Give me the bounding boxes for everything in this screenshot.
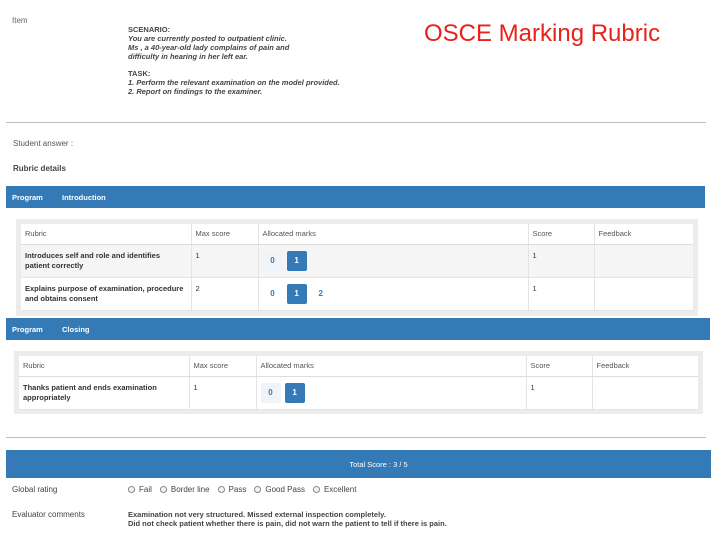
radio-icon[interactable] [128,486,135,493]
score-value: 1 [528,277,595,311]
table-row: Explains purpose of examination, procedu… [21,277,693,311]
radio-icon[interactable] [312,486,320,493]
student-answer-label: Student answer : [13,139,74,148]
feedback-cell[interactable] [594,277,693,311]
task-line: 1. Perform the relevant examination on t… [128,78,340,87]
col-header: Rubric [19,356,190,377]
divider [6,437,706,438]
allocated-marks: 0 1 2 [258,277,529,311]
allocated-marks: 0 1 [256,376,527,410]
col-header: Allocated marks [256,356,527,377]
mark-button-0[interactable]: 0 [263,284,283,304]
col-header: Allocated marks [258,224,529,245]
rubric-criterion: Explains purpose of examination, procedu… [21,277,192,311]
rubric-criterion: Introduces self and role and identifies … [21,244,192,278]
rubric-table: Rubric Max score Allocated marks Score F… [21,224,693,311]
evaluator-comments-text: Examination not very structured. Missed … [128,510,447,528]
total-score-bar: Total Score : 3 / 5 [6,450,711,478]
rating-option-label: Pass [228,485,247,494]
program-bar-introduction: Program Introduction [6,186,705,208]
global-rating-label: Global rating [12,485,58,494]
feedback-cell[interactable] [594,244,693,278]
scenario-line: difficulty in hearing in her left ear. [128,52,248,61]
rubric-panel: Rubric Max score Allocated marks Score F… [16,219,698,316]
comment-line: Examination not very structured. Missed … [128,510,386,519]
score-value: 1 [526,376,593,410]
evaluator-comments-label: Evaluator comments [12,510,85,519]
col-header: Max score [191,224,259,245]
allocated-marks: 0 1 [258,244,529,278]
scenario-heading: SCENARIO: [128,25,171,34]
rubric-panel: Rubric Max score Allocated marks Score F… [14,351,703,414]
mark-button-1[interactable]: 1 [286,283,307,304]
divider [6,122,706,123]
rubric-criterion: Thanks patient and ends examination appr… [19,376,190,410]
rating-option-label: Excellent [323,485,357,494]
col-header: Feedback [594,224,693,245]
mark-button-2[interactable]: 2 [311,284,331,304]
rating-option-border-line[interactable]: Border line [159,485,210,494]
score-value: 1 [528,244,595,278]
global-rating-row: Global rating Fail Border line Pass Good… [12,485,364,494]
program-bar-closing: Program Closing [6,318,710,340]
scenario-line: Ms , a 40-year-old lady complains of pai… [128,43,290,52]
rating-option-label: Border line [170,485,210,494]
max-score: 1 [191,244,259,278]
max-score: 1 [189,376,257,410]
radio-icon[interactable] [254,486,262,493]
col-header: Max score [189,356,257,377]
mark-button-1[interactable]: 1 [286,250,307,271]
rating-option-label: Good Pass [265,485,305,494]
radio-icon[interactable] [159,486,167,493]
total-score: Total Score : 3 / 5 [349,459,408,469]
rating-option-good-pass[interactable]: Good Pass [254,485,305,494]
table-row: Thanks patient and ends examination appr… [19,376,698,410]
col-header: Score [528,224,595,245]
radio-icon[interactable] [217,486,225,493]
scenario-block: SCENARIO: You are currently posted to ou… [128,25,388,96]
item-label: Item [12,16,28,25]
rating-option-fail[interactable]: Fail [128,485,152,494]
rubric-table: Rubric Max score Allocated marks Score F… [19,356,698,410]
col-header: Rubric [21,224,192,245]
table-row: Introduces self and role and identifies … [21,244,693,278]
feedback-cell[interactable] [592,376,698,410]
slide-title: OSCE Marking Rubric [424,20,661,47]
rating-option-pass[interactable]: Pass [217,485,247,494]
col-header: Score [526,356,593,377]
program-label: Program [12,324,43,334]
col-header: Feedback [592,356,698,377]
max-score: 2 [191,277,259,311]
scenario-line: You are currently posted to outpatient c… [128,34,287,43]
evaluator-comments-row: Evaluator comments Examination not very … [12,510,447,528]
rubric-details-label: Rubric details [13,164,66,173]
rating-option-excellent[interactable]: Excellent [312,485,357,494]
task-line: 2. Report on findings to the examiner. [128,87,263,96]
program-name: Introduction [62,192,106,202]
mark-button-0[interactable]: 0 [260,382,281,403]
rating-option-label: Fail [139,485,152,494]
task-heading: TASK: [128,69,151,78]
mark-button-1[interactable]: 1 [284,382,305,403]
program-label: Program [12,192,43,202]
comment-line: Did not check patient whether there is p… [128,519,447,528]
mark-button-0[interactable]: 0 [262,250,283,271]
program-name: Closing [62,324,90,334]
